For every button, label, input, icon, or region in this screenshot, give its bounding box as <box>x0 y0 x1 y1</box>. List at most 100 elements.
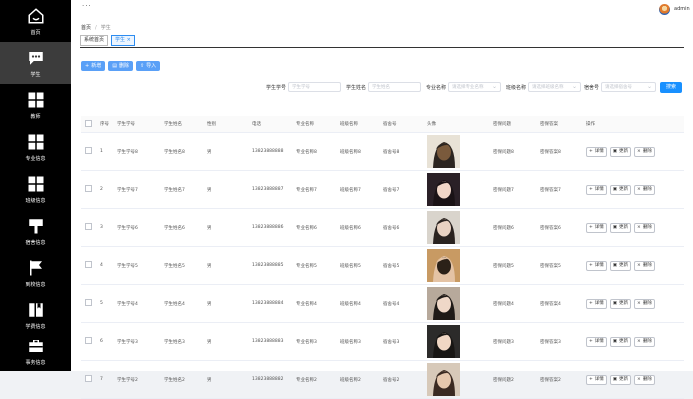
sidebar-item-home[interactable]: 首页 <box>0 0 71 42</box>
cell-answer: 密保答案6 <box>536 208 582 247</box>
cell-actions: + 详情 ▣ 更新 × 删除 <box>582 322 684 361</box>
edit-button[interactable]: ▣ 更新 <box>609 298 632 309</box>
delete-row-button[interactable]: × 删除 <box>634 336 655 347</box>
student-name-input[interactable]: 学生姓名 <box>368 82 421 92</box>
student-no-label: 学生学号 <box>266 85 287 91</box>
edit-button[interactable]: ▣ 更新 <box>609 222 632 233</box>
cell-name: 学生姓名7 <box>160 170 203 209</box>
sidebar: 首页 学生 教师 专业信息 班级信息 宿舍信息 到校信息 学费信息 事务信息 <box>0 0 71 371</box>
row-checkbox[interactable] <box>85 375 92 382</box>
avatar[interactable] <box>659 4 670 15</box>
upload-icon: ⇪ <box>139 63 145 69</box>
edit-button[interactable]: ▣ 更新 <box>609 260 632 271</box>
dorm-select[interactable]: 请选择宿舍号 <box>601 82 656 92</box>
table-row[interactable]: 7 学生学号2 学生姓名2 男 13823888882 专业名称2 班级名称2 宿舍号2 密保问… <box>81 360 684 399</box>
avatar-photo <box>427 249 460 282</box>
column-header[interactable]: 专业名称 <box>292 116 336 133</box>
delete-button[interactable]: ▤ 删除 <box>108 61 133 71</box>
sidebar-item-affairs[interactable]: 事务信息 <box>0 330 71 372</box>
plus-icon: + <box>589 186 593 192</box>
search-button[interactable]: 搜索 <box>660 82 682 93</box>
cell-student-no: 学生学号7 <box>113 170 160 209</box>
cell-phone: 13823888885 <box>248 246 292 285</box>
major-select[interactable]: 请选择专业名称 <box>448 82 501 92</box>
table-header: 序号 学生学号 学生姓名 性别 电话 专业名称 班级名称 宿舍号 头像 密保问题… <box>81 116 684 133</box>
cell-class: 班级名称4 <box>336 284 379 323</box>
column-header[interactable]: 班级名称 <box>336 116 379 133</box>
row-checkbox[interactable] <box>85 185 92 192</box>
cell-name: 学生姓名4 <box>160 284 203 323</box>
cell-student-no: 学生学号4 <box>113 284 160 323</box>
column-header[interactable]: 密保问题 <box>489 116 536 133</box>
detail-button[interactable]: + 详情 <box>586 374 607 385</box>
column-header[interactable]: 学生学号 <box>113 116 160 133</box>
sidebar-item-teachers[interactable]: 教师 <box>0 84 71 126</box>
cell-dorm: 宿舍号2 <box>379 360 423 399</box>
briefcase-icon <box>28 339 43 352</box>
table-row[interactable]: 1 学生学号8 学生姓名8 男 13823888888 专业名称8 班级名称8 宿舍号8 密保问… <box>81 132 684 171</box>
tab-home[interactable]: 系统首页 <box>80 35 109 46</box>
detail-button[interactable]: + 详情 <box>586 222 607 233</box>
edit-button[interactable]: ▣ 更新 <box>609 336 632 347</box>
cell-answer: 密保答案2 <box>536 360 582 399</box>
delete-row-button[interactable]: × 删除 <box>634 146 655 157</box>
delete-button-label: 删除 <box>118 63 129 69</box>
student-no-input[interactable]: 学生学号 <box>288 82 341 92</box>
column-header[interactable]: 学生姓名 <box>160 116 203 133</box>
cell-major: 专业名称7 <box>292 170 336 209</box>
student-name-label: 学生姓名 <box>346 85 367 91</box>
cell-name: 学生姓名6 <box>160 208 203 247</box>
sidebar-item-classes[interactable]: 班级信息 <box>0 168 71 210</box>
edit-icon: ▣ <box>612 376 618 382</box>
detail-button[interactable]: + 详情 <box>586 336 607 347</box>
detail-button[interactable]: + 详情 <box>586 184 607 195</box>
user-name[interactable]: admin <box>674 6 690 12</box>
plus-icon: + <box>589 262 593 268</box>
select-all-checkbox[interactable] <box>85 119 92 127</box>
cell-class: 班级名称5 <box>336 246 379 285</box>
table-row[interactable]: 4 学生学号5 学生姓名5 男 13823888885 专业名称5 班级名称5 宿舍号5 密保问… <box>81 246 684 285</box>
row-checkbox[interactable] <box>85 147 92 154</box>
delete-row-button[interactable]: × 删除 <box>634 222 655 233</box>
column-header[interactable]: 性别 <box>203 116 248 133</box>
delete-row-button[interactable]: × 删除 <box>634 374 655 385</box>
detail-button[interactable]: + 详情 <box>586 146 607 157</box>
column-header[interactable]: 密保答案 <box>536 116 582 133</box>
sidebar-item-label: 教师 <box>30 113 41 120</box>
tab-divider <box>80 47 684 48</box>
sidebar-item-majors[interactable]: 专业信息 <box>0 126 71 168</box>
chat-icon <box>28 51 43 65</box>
row-checkbox[interactable] <box>85 223 92 230</box>
row-checkbox[interactable] <box>85 261 92 268</box>
table-row[interactable]: 3 学生学号6 学生姓名6 男 13823888886 专业名称6 班级名称6 宿舍号6 密保问… <box>81 208 684 247</box>
row-checkbox[interactable] <box>85 299 92 306</box>
delete-row-button[interactable]: × 删除 <box>634 298 655 309</box>
more-icon[interactable]: ··· <box>82 2 92 10</box>
detail-button[interactable]: + 详情 <box>586 298 607 309</box>
edit-button[interactable]: ▣ 更新 <box>609 184 632 195</box>
table-row[interactable]: 6 学生学号3 学生姓名3 男 13823888883 专业名称3 班级名称3 宿舍号3 密保问… <box>81 322 684 361</box>
plus-icon: + <box>589 300 593 306</box>
sidebar-item-dorms[interactable]: 宿舍信息 <box>0 210 71 252</box>
delete-row-button[interactable]: × 删除 <box>634 184 655 195</box>
import-button[interactable]: ⇪ 导入 <box>135 61 161 71</box>
edit-button[interactable]: ▣ 更新 <box>609 146 632 157</box>
class-select[interactable]: 请选择班级名称 <box>528 82 581 92</box>
row-checkbox[interactable] <box>85 337 92 344</box>
sidebar-item-students[interactable]: 学生 <box>0 42 71 84</box>
tab-students[interactable]: 学生 × <box>111 35 135 46</box>
cell-gender: 男 <box>203 246 248 285</box>
column-header[interactable]: 宿舍号 <box>379 116 423 133</box>
table-row[interactable]: 2 学生学号7 学生姓名7 男 13823888887 专业名称7 班级名称7 宿舍号7 密保问… <box>81 170 684 209</box>
sidebar-item-label: 学费信息 <box>25 323 46 330</box>
edit-button[interactable]: ▣ 更新 <box>609 374 632 385</box>
add-button[interactable]: + 新增 <box>81 61 106 71</box>
sidebar-item-arrival[interactable]: 到校信息 <box>0 252 71 294</box>
cell-class: 班级名称3 <box>336 322 379 361</box>
breadcrumb-home[interactable]: 首页 <box>81 25 91 31</box>
column-header[interactable]: 电话 <box>248 116 292 133</box>
avatar-photo <box>427 135 460 168</box>
detail-button[interactable]: + 详情 <box>586 260 607 271</box>
table-row[interactable]: 5 学生学号4 学生姓名4 男 13823888884 专业名称4 班级名称4 宿舍号4 密保问… <box>81 284 684 323</box>
delete-row-button[interactable]: × 删除 <box>634 260 655 271</box>
